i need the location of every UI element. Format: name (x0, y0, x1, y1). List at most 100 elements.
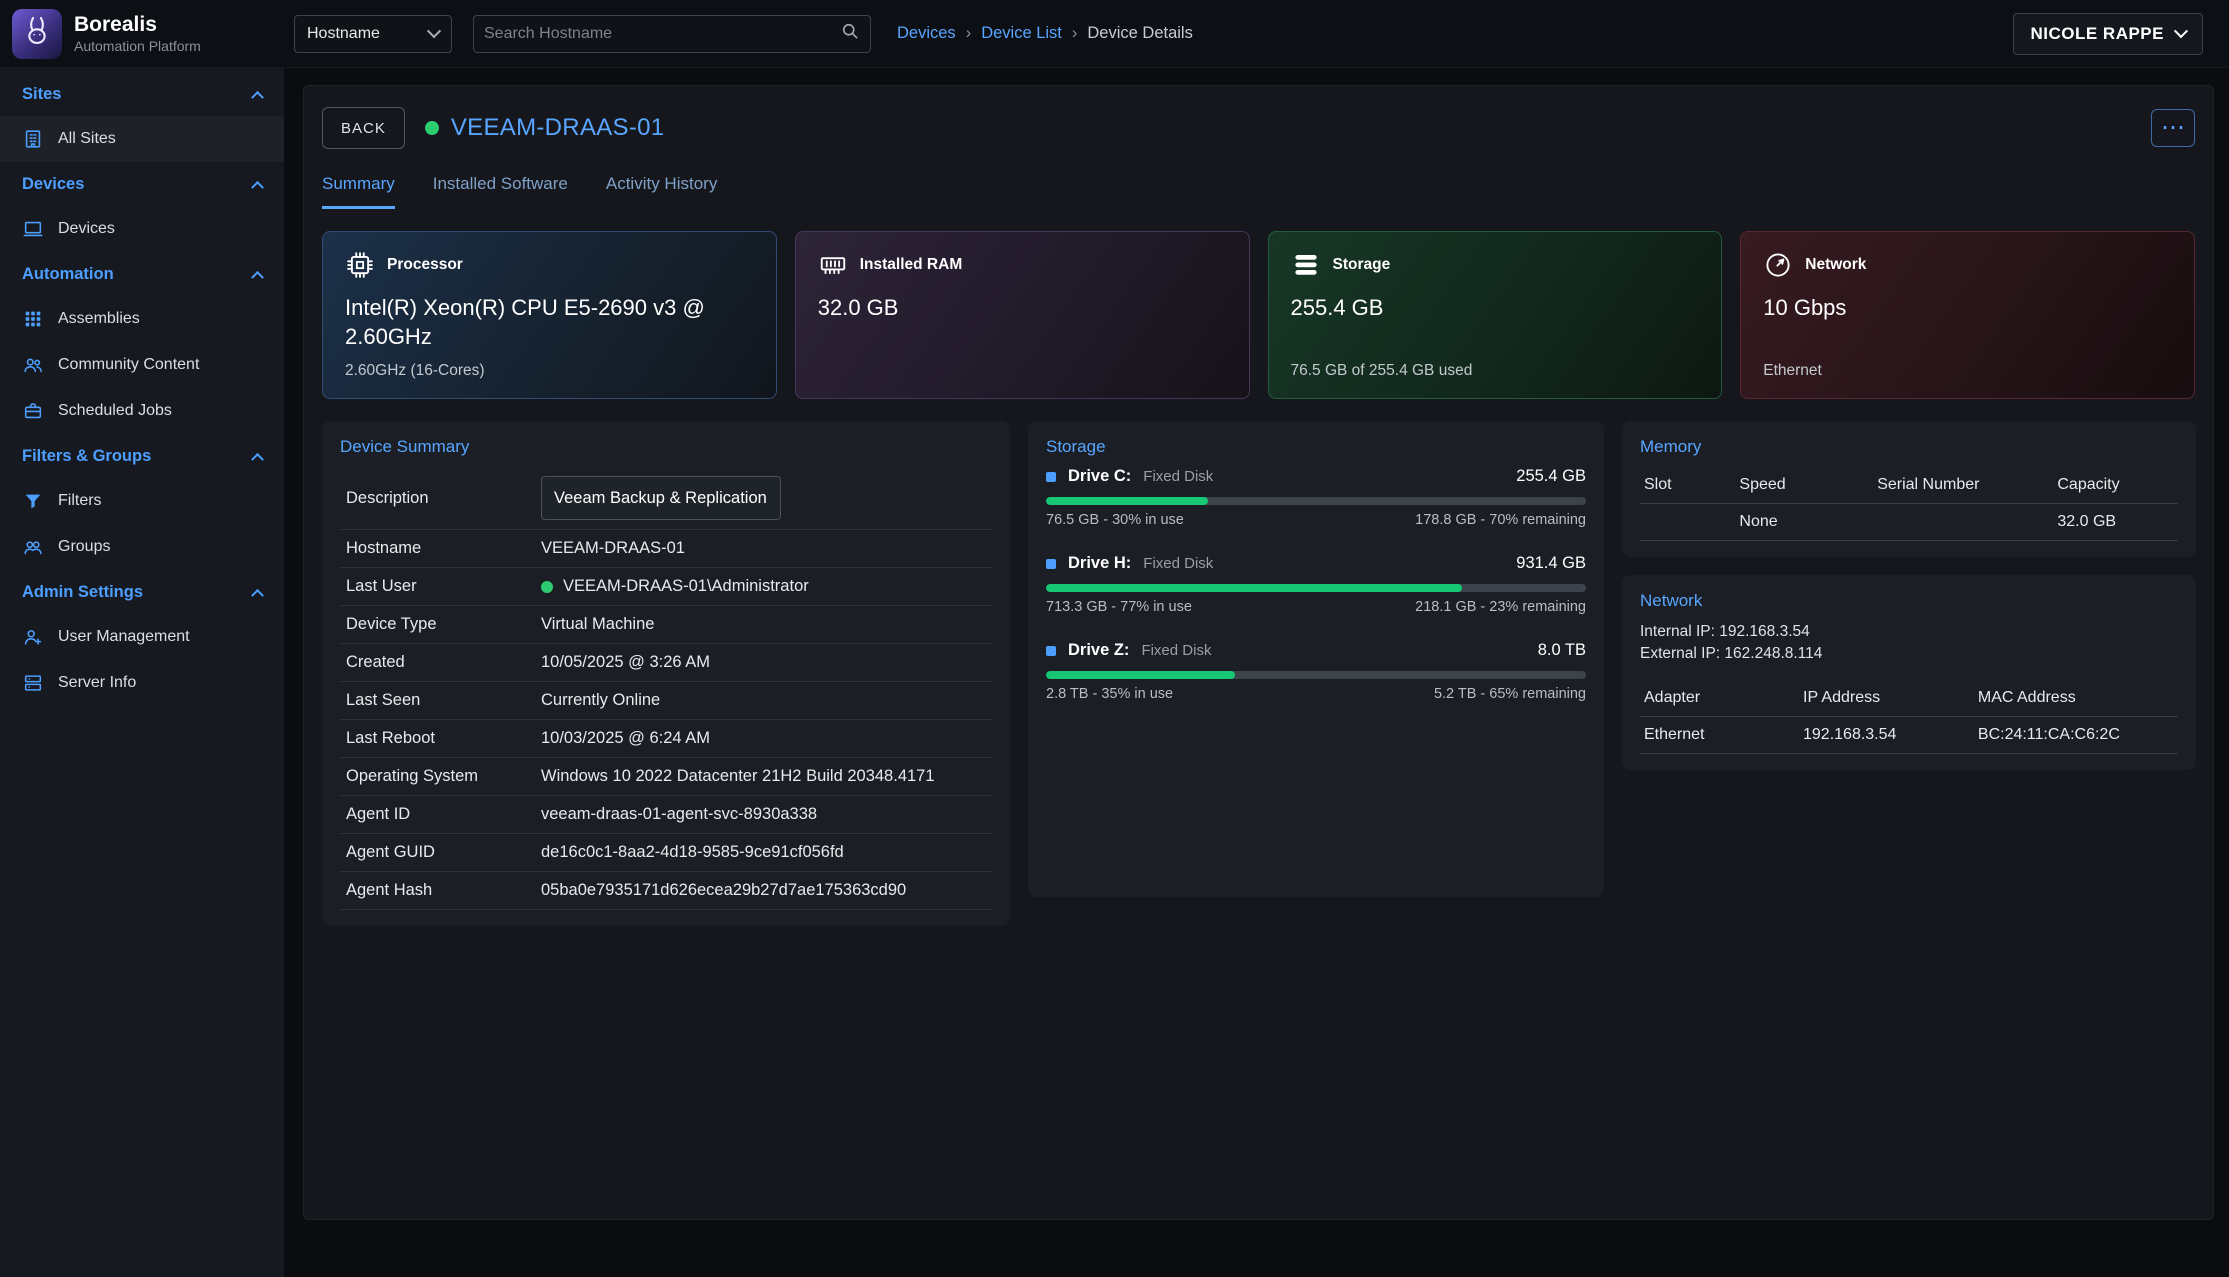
memory-table-header: Slot Speed Serial Number Capacity (1640, 467, 2178, 504)
memory-capacity: 32.0 GB (2057, 513, 2174, 531)
chevron-up-icon (251, 180, 264, 193)
sidebar-item-all-sites[interactable]: All Sites (0, 116, 284, 162)
adapter-mac: BC:24:11:CA:C6:2C (1978, 726, 2174, 744)
brand: Borealis Automation Platform (0, 9, 284, 59)
drive-used: 76.5 GB - 30% in use (1046, 512, 1184, 528)
tab-summary[interactable]: Summary (322, 174, 395, 209)
user-menu-label: NICOLE RAPPE (2030, 24, 2164, 44)
adapter-ip: 192.168.3.54 (1803, 726, 1978, 744)
drive-bullet-icon (1046, 472, 1056, 482)
sidebar-item-assemblies[interactable]: Assemblies (0, 296, 284, 342)
device-details-panel: BACK VEEAM-DRAAS-01 ⋯ Summary Installed … (303, 85, 2214, 1220)
sidebar-section-devices[interactable]: Devices (0, 162, 284, 206)
panel-title: Network (1640, 591, 2178, 611)
section-label: Devices (22, 175, 84, 194)
storage-value: 255.4 GB (1291, 294, 1700, 323)
user-menu-button[interactable]: NICOLE RAPPE (2013, 13, 2203, 55)
column-header: Slot (1644, 476, 1739, 494)
back-button[interactable]: BACK (322, 107, 405, 149)
row-value: de16c0c1-8aa2-4d18-9585-9ce91cf056fd (541, 843, 844, 862)
storage-card: Storage 255.4 GB 76.5 GB of 255.4 GB use… (1268, 231, 1723, 399)
sidebar-item-groups[interactable]: Groups (0, 524, 284, 570)
sidebar-section-sites[interactable]: Sites (0, 72, 284, 116)
network-panel: Network Internal IP: 192.168.3.54 Extern… (1622, 575, 2196, 770)
search-input[interactable] (484, 25, 840, 43)
sidebar-section-automation[interactable]: Automation (0, 252, 284, 296)
chevron-up-icon (251, 270, 264, 283)
sidebar-item-devices[interactable]: Devices (0, 206, 284, 252)
chevron-up-icon (251, 588, 264, 601)
table-row-agent-guid: Agent GUID de16c0c1-8aa2-4d18-9585-9ce91… (340, 834, 992, 872)
sidebar-item-filters[interactable]: Filters (0, 478, 284, 524)
card-head: Storage (1291, 250, 1700, 280)
column-header: IP Address (1803, 689, 1978, 707)
chevron-up-icon (251, 90, 264, 103)
breadcrumb: Devices › Device List › Device Details (897, 24, 1193, 43)
grid-icon (22, 308, 44, 330)
sidebar-item-community-content[interactable]: Community Content (0, 342, 284, 388)
card-head: Processor (345, 250, 754, 280)
breadcrumb-device-list[interactable]: Device List (981, 24, 1062, 43)
drive-usage-bar (1046, 497, 1586, 505)
table-row-description: Description (340, 467, 992, 530)
online-status-dot (425, 121, 439, 135)
filter-icon (22, 490, 44, 512)
sidebar: Sites All Sites Devices (0, 68, 284, 1277)
sidebar-section-filters-groups[interactable]: Filters & Groups (0, 434, 284, 478)
ram-card: Installed RAM 32.0 GB (795, 231, 1250, 399)
drive-type: Fixed Disk (1143, 468, 1213, 485)
sidebar-section-admin-settings[interactable]: Admin Settings (0, 570, 284, 614)
devices-icon (22, 218, 44, 240)
tab-installed-software[interactable]: Installed Software (433, 174, 568, 209)
drive-remaining: 5.2 TB - 65% remaining (1434, 686, 1586, 702)
rabbit-icon (20, 14, 54, 53)
memory-panel: Memory Slot Speed Serial Number Capacity… (1622, 421, 2196, 557)
memory-table-row: None 32.0 GB (1640, 504, 2178, 541)
row-label: Operating System (346, 767, 541, 786)
groups-icon (22, 536, 44, 558)
building-icon (22, 128, 44, 150)
sidebar-item-scheduled-jobs[interactable]: Scheduled Jobs (0, 388, 284, 434)
hostname-filter-dropdown[interactable]: Hostname (294, 15, 452, 53)
briefcase-icon (22, 400, 44, 422)
right-column: Memory Slot Speed Serial Number Capacity… (1622, 421, 2196, 770)
drive-used: 713.3 GB - 77% in use (1046, 599, 1192, 615)
network-value: 10 Gbps (1763, 294, 2172, 323)
panel-title: Storage (1046, 437, 1586, 457)
table-row-operating-system: Operating System Windows 10 2022 Datacen… (340, 758, 992, 796)
ram-icon (818, 250, 848, 280)
more-options-button[interactable]: ⋯ (2151, 109, 2195, 147)
row-label: Hostname (346, 539, 541, 558)
row-label: Created (346, 653, 541, 672)
table-row-agent-id: Agent ID veeam-draas-01-agent-svc-8930a3… (340, 796, 992, 834)
breadcrumb-device-details: Device Details (1087, 24, 1192, 43)
processor-value: Intel(R) Xeon(R) CPU E5-2690 v3 @ 2.60GH… (345, 294, 754, 351)
card-title: Storage (1333, 256, 1391, 274)
top-bar: Borealis Automation Platform Hostname De… (0, 0, 2229, 68)
breadcrumb-devices[interactable]: Devices (897, 24, 956, 43)
table-row-created: Created 10/05/2025 @ 3:26 AM (340, 644, 992, 682)
tab-activity-history[interactable]: Activity History (606, 174, 717, 209)
server-icon (22, 672, 44, 694)
storage-subtext: 76.5 GB of 255.4 GB used (1291, 362, 1700, 380)
row-label: Agent ID (346, 805, 541, 824)
panel-title: Memory (1640, 437, 2178, 457)
sidebar-item-user-management[interactable]: User Management (0, 614, 284, 660)
online-status-dot (541, 581, 553, 593)
adapter-name: Ethernet (1644, 726, 1803, 744)
table-row-last-seen: Last Seen Currently Online (340, 682, 992, 720)
column-header: MAC Address (1978, 689, 2174, 707)
title-row: BACK VEEAM-DRAAS-01 ⋯ (322, 106, 2195, 150)
column-header: Adapter (1644, 689, 1803, 707)
sidebar-item-server-info[interactable]: Server Info (0, 660, 284, 706)
row-value: VEEAM-DRAAS-01\Administrator (563, 577, 809, 596)
device-summary-panel: Device Summary Description Hostname VEEA… (322, 421, 1010, 926)
search-icon[interactable] (840, 21, 860, 46)
table-row-hostname: Hostname VEEAM-DRAAS-01 (340, 530, 992, 568)
search-box (473, 15, 871, 53)
storage-disks-icon (1291, 250, 1321, 280)
drive-size: 255.4 GB (1516, 467, 1586, 486)
network-table-header: Adapter IP Address MAC Address (1640, 680, 2178, 717)
description-input[interactable] (541, 476, 781, 520)
row-value: VEEAM-DRAAS-01 (541, 539, 685, 558)
